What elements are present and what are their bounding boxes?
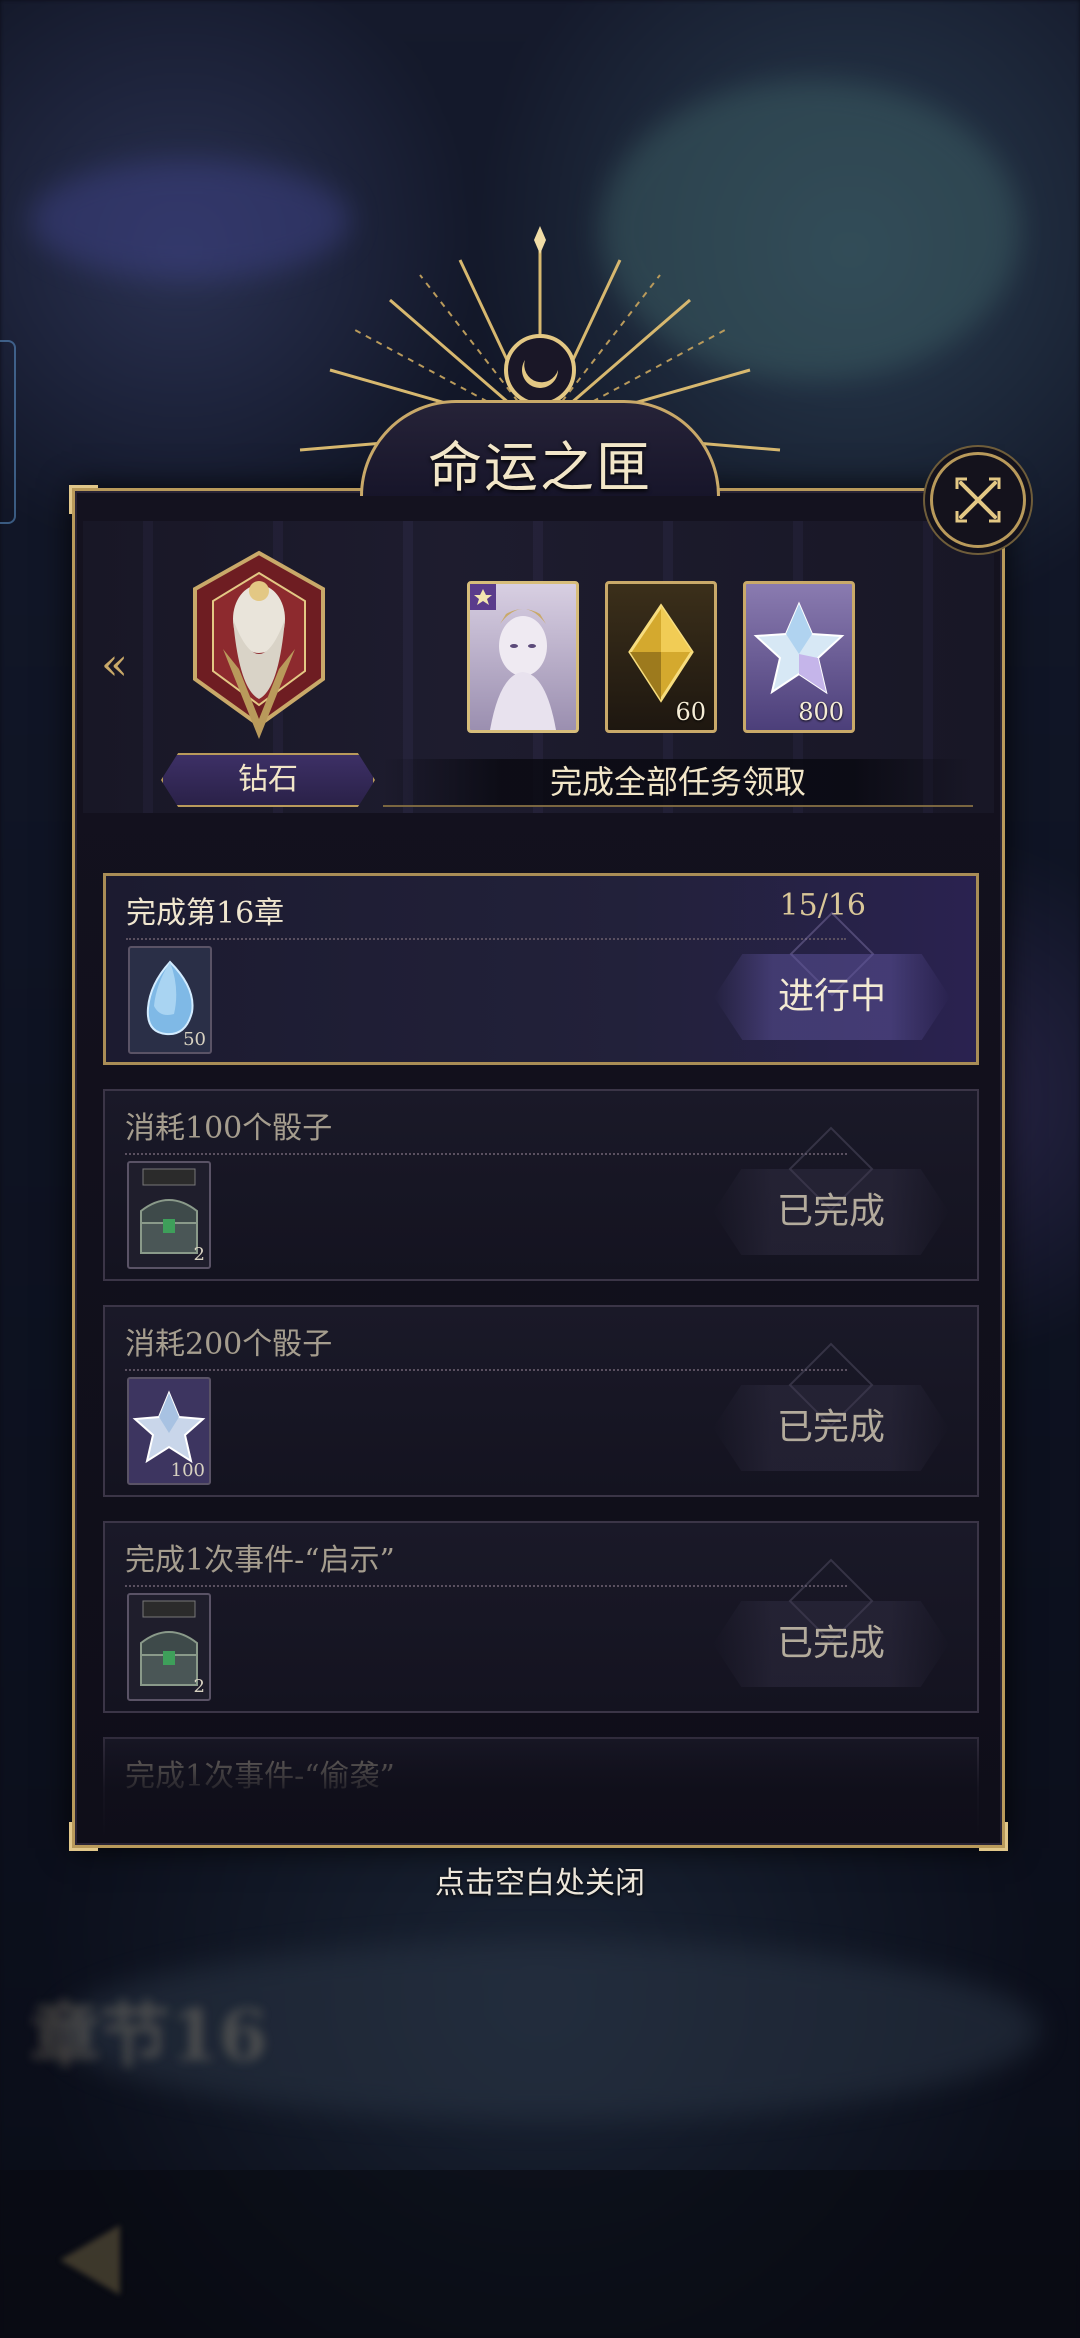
reward-caption: 完成全部任务领取 bbox=[383, 759, 973, 807]
divider bbox=[125, 1153, 847, 1155]
task-title: 消耗200个骰子 bbox=[125, 1327, 333, 1362]
task-reward-item[interactable]: 2 bbox=[127, 1593, 211, 1701]
bottom-nav-bar bbox=[0, 2170, 1080, 2338]
divider bbox=[125, 1369, 847, 1371]
fate-box-panel: « 钻石 60 800 完成全部任务领取 完成第16章 15/16 50 进行中… bbox=[69, 485, 1008, 1851]
back-arrow-icon[interactable] bbox=[60, 2225, 120, 2295]
task-reward-item[interactable]: 2 bbox=[127, 1161, 211, 1269]
task-title: 完成1次事件-“偷袭” bbox=[125, 1759, 395, 1794]
task-row: 消耗100个骰子 2 已完成 bbox=[103, 1089, 979, 1281]
close-button[interactable] bbox=[930, 452, 1026, 548]
task-title: 消耗100个骰子 bbox=[125, 1111, 333, 1146]
task-row: 完成1次事件-“启示” 2 已完成 bbox=[103, 1521, 979, 1713]
task-row: 完成1次事件-“偷袭” bbox=[103, 1737, 979, 1837]
task-reward-qty: 50 bbox=[183, 1029, 206, 1050]
reward-qty: 60 bbox=[675, 698, 706, 726]
task-title: 完成1次事件-“启示” bbox=[125, 1543, 395, 1578]
task-reward-item[interactable]: 50 bbox=[128, 946, 212, 1054]
completed-button[interactable]: 已完成 bbox=[713, 1385, 949, 1471]
completed-button[interactable]: 已完成 bbox=[713, 1601, 949, 1687]
reward-qty: 800 bbox=[798, 698, 844, 726]
divider bbox=[126, 938, 846, 940]
in-progress-button[interactable]: 进行中 bbox=[714, 954, 950, 1040]
completed-button[interactable]: 已完成 bbox=[713, 1169, 949, 1255]
close-icon bbox=[955, 477, 1001, 523]
close-hint[interactable]: 点击空白处关闭 bbox=[0, 1858, 1080, 1902]
reward-banner: « 钻石 60 800 完成全部任务领取 bbox=[83, 521, 994, 813]
character-card-icon bbox=[470, 584, 556, 730]
reward-star-crystal[interactable]: 800 bbox=[743, 581, 855, 733]
panel-corner bbox=[69, 1822, 98, 1851]
task-progress: 15/16 bbox=[779, 888, 866, 923]
title-plate: 命运之匣 bbox=[360, 400, 720, 499]
panel-corner bbox=[979, 1822, 1008, 1851]
reward-character-card[interactable] bbox=[467, 581, 579, 733]
task-reward-qty: 2 bbox=[193, 1244, 205, 1265]
task-reward-item[interactable]: 100 bbox=[127, 1377, 211, 1485]
task-reward-qty: 2 bbox=[193, 1676, 205, 1697]
reward-gold-crystal[interactable]: 60 bbox=[605, 581, 717, 733]
task-reward-qty: 100 bbox=[170, 1460, 205, 1481]
task-row: 消耗200个骰子 100 已完成 bbox=[103, 1305, 979, 1497]
task-row: 完成第16章 15/16 50 进行中 bbox=[103, 873, 979, 1065]
chevron-left-icon[interactable]: « bbox=[101, 639, 128, 690]
divider bbox=[125, 1585, 847, 1587]
task-title: 完成第16章 bbox=[126, 896, 285, 931]
page-title: 命运之匣 bbox=[428, 436, 652, 499]
rank-label: 钻石 bbox=[161, 753, 375, 807]
side-tab[interactable] bbox=[0, 340, 16, 524]
background-chapter-label: 章节16 bbox=[30, 1994, 268, 2077]
panel-corner bbox=[69, 485, 98, 514]
rank-emblem-icon bbox=[193, 550, 325, 739]
